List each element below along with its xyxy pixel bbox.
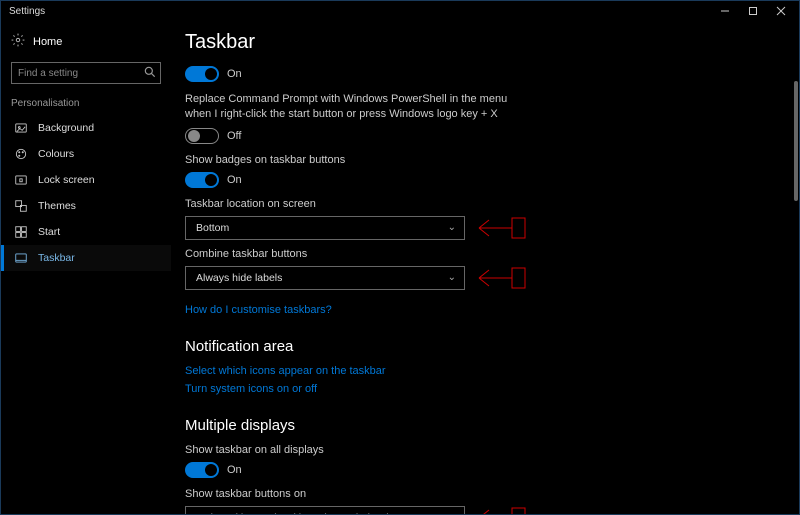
dropdown-value: Bottom	[196, 222, 229, 234]
search-wrap	[11, 62, 161, 84]
home-link[interactable]: Home	[1, 27, 171, 56]
search-icon	[143, 65, 157, 84]
toggle-replace-cmd[interactable]	[185, 128, 219, 144]
annotation-arrow-icon	[477, 264, 527, 292]
dropdown-show-buttons-on[interactable]: Main taskbar and taskbar where window is…	[185, 506, 465, 514]
close-button[interactable]	[767, 2, 795, 20]
multiple-displays-heading: Multiple displays	[185, 417, 779, 434]
chevron-down-icon: ⌄	[448, 222, 456, 233]
taskbar-icon	[14, 251, 28, 265]
dropdown-value: Main taskbar and taskbar where window is…	[196, 512, 420, 514]
select-icons-link[interactable]: Select which icons appear on the taskbar	[185, 365, 779, 377]
chevron-down-icon: ⌄	[448, 272, 456, 283]
minimize-button[interactable]	[711, 2, 739, 20]
toggle-label: Off	[227, 130, 241, 142]
lock-screen-icon	[14, 173, 28, 187]
sidebar-item-background[interactable]: Background	[1, 115, 171, 141]
titlebar: Settings	[1, 1, 799, 21]
window-title: Settings	[5, 6, 711, 17]
toggle-badges[interactable]	[185, 172, 219, 188]
dropdown-taskbar-location[interactable]: Bottom ⌄	[185, 216, 465, 240]
toggle-on-1[interactable]	[185, 66, 219, 82]
content: Taskbar On Replace Command Prompt with W…	[171, 21, 793, 514]
sidebar-item-label: Start	[38, 226, 60, 238]
body: Home Personalisation Background Colours …	[1, 21, 799, 514]
main: Taskbar On Replace Command Prompt with W…	[171, 21, 799, 514]
home-label: Home	[33, 36, 62, 48]
customise-link[interactable]: How do I customise taskbars?	[185, 304, 779, 316]
gear-icon	[11, 33, 25, 50]
sidebar-item-label: Lock screen	[38, 174, 95, 186]
toggle-label: On	[227, 174, 242, 186]
search-input[interactable]	[11, 62, 161, 84]
sidebar-item-label: Background	[38, 122, 94, 134]
badges-label: Show badges on taskbar buttons	[185, 154, 779, 166]
settings-window: Settings Home	[0, 0, 800, 515]
notification-heading: Notification area	[185, 338, 779, 355]
maximize-button[interactable]	[739, 2, 767, 20]
sidebar-item-lock-screen[interactable]: Lock screen	[1, 167, 171, 193]
multi-show-label: Show taskbar on all displays	[185, 444, 779, 456]
sidebar: Home Personalisation Background Colours …	[1, 21, 171, 514]
toggle-label: On	[227, 68, 242, 80]
sidebar-item-label: Taskbar	[38, 252, 75, 264]
picture-icon	[14, 121, 28, 135]
combine-label: Combine taskbar buttons	[185, 248, 779, 260]
sidebar-item-taskbar[interactable]: Taskbar	[1, 245, 171, 271]
location-label: Taskbar location on screen	[185, 198, 779, 210]
sidebar-item-colours[interactable]: Colours	[1, 141, 171, 167]
annotation-arrow-icon	[477, 504, 527, 514]
system-icons-link[interactable]: Turn system icons on or off	[185, 383, 779, 395]
replace-cmd-desc: Replace Command Prompt with Windows Powe…	[185, 92, 525, 122]
toggle-show-all-displays[interactable]	[185, 462, 219, 478]
page-title: Taskbar	[185, 31, 779, 54]
dropdown-combine-buttons[interactable]: Always hide labels ⌄	[185, 266, 465, 290]
dropdown-value: Always hide labels	[196, 272, 282, 284]
toggle-label: On	[227, 464, 242, 476]
sidebar-group-label: Personalisation	[1, 94, 171, 115]
sidebar-item-label: Colours	[38, 148, 74, 160]
palette-icon	[14, 147, 28, 161]
themes-icon	[14, 199, 28, 213]
sidebar-item-label: Themes	[38, 200, 76, 212]
scrollbar-thumb[interactable]	[794, 81, 798, 201]
chevron-down-icon: ⌄	[448, 512, 456, 514]
sidebar-item-themes[interactable]: Themes	[1, 193, 171, 219]
multi-buttons-label: Show taskbar buttons on	[185, 488, 779, 500]
annotation-arrow-icon	[477, 214, 527, 242]
sidebar-item-start[interactable]: Start	[1, 219, 171, 245]
start-icon	[14, 225, 28, 239]
